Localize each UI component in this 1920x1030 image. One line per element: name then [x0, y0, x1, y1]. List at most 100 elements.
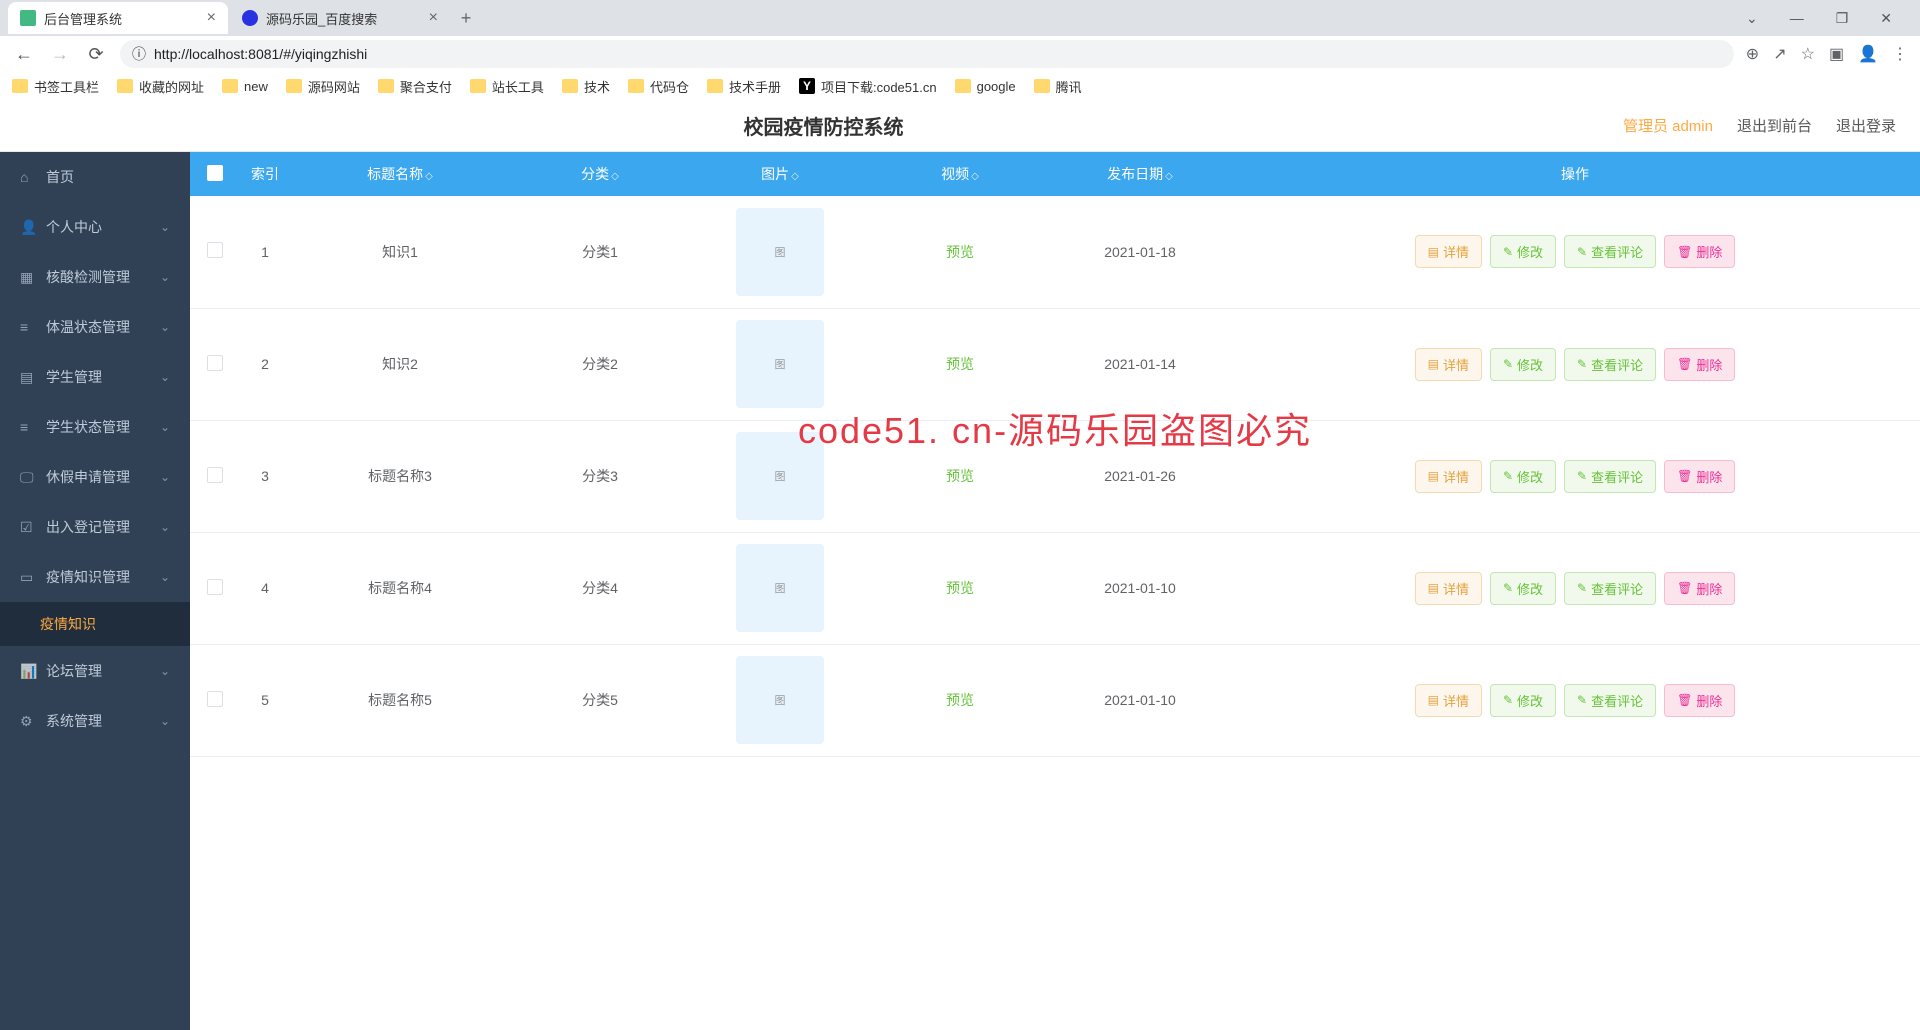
comment-button[interactable]: ✎查看评论	[1564, 235, 1656, 268]
delete-button[interactable]: 🗑删除	[1664, 684, 1735, 717]
bookmark-item[interactable]: 技术	[562, 77, 610, 96]
video-preview-link[interactable]: 预览	[946, 356, 974, 372]
edit-button[interactable]: ✎修改	[1490, 684, 1556, 717]
sidebar-subitem[interactable]: 疫情知识	[0, 602, 190, 646]
bookmark-item[interactable]: 站长工具	[470, 77, 544, 96]
folder-icon	[707, 79, 723, 93]
row-checkbox[interactable]	[207, 467, 223, 483]
bookmark-item[interactable]: 腾讯	[1034, 77, 1082, 96]
comment-button[interactable]: ✎查看评论	[1564, 460, 1656, 493]
sidebar-item[interactable]: 📊论坛管理⌄	[0, 646, 190, 696]
bookmark-item[interactable]: 书签工具栏	[12, 77, 99, 96]
bookmark-item[interactable]: new	[222, 79, 268, 94]
bookmark-item[interactable]: Y项目下载:code51.cn	[799, 77, 937, 96]
logout-link[interactable]: 退出登录	[1836, 115, 1896, 136]
action-buttons: ▤详情 ✎修改 ✎查看评论 🗑删除	[1238, 235, 1912, 268]
sidebar-item[interactable]: ▤学生管理⌄	[0, 352, 190, 402]
back-icon[interactable]: ←	[12, 44, 36, 65]
edit-button[interactable]: ✎修改	[1490, 235, 1556, 268]
menu-icon[interactable]: ⋮	[1892, 44, 1908, 64]
th-title[interactable]: 标题名称◇	[290, 152, 510, 196]
row-checkbox[interactable]	[207, 242, 223, 258]
sidebar-item[interactable]: ☑出入登记管理⌄	[0, 502, 190, 552]
comment-button[interactable]: ✎查看评论	[1564, 348, 1656, 381]
search-icon[interactable]: ⊕	[1746, 44, 1759, 64]
minimize-icon[interactable]: —	[1782, 6, 1812, 31]
delete-button[interactable]: 🗑删除	[1664, 460, 1735, 493]
edit-button[interactable]: ✎修改	[1490, 348, 1556, 381]
th-category[interactable]: 分类◇	[510, 152, 690, 196]
edit-button[interactable]: ✎修改	[1490, 460, 1556, 493]
forward-icon[interactable]: →	[48, 44, 72, 65]
cell-category: 分类4	[510, 532, 690, 644]
row-checkbox[interactable]	[207, 691, 223, 707]
delete-button[interactable]: 🗑删除	[1664, 572, 1735, 605]
sort-icon: ◇	[971, 171, 979, 182]
browser-tab[interactable]: 源码乐园_百度搜索 ×	[230, 2, 450, 34]
delete-button[interactable]: 🗑删除	[1664, 235, 1735, 268]
th-video[interactable]: 视频◇	[870, 152, 1050, 196]
maximize-icon[interactable]: ❐	[1828, 6, 1857, 31]
list-icon: ≡	[20, 419, 36, 435]
detail-button[interactable]: ▤详情	[1415, 235, 1482, 268]
th-date[interactable]: 发布日期◇	[1050, 152, 1230, 196]
sidebar-item[interactable]: ▭疫情知识管理⌄	[0, 552, 190, 602]
sidebar-item[interactable]: ≡学生状态管理⌄	[0, 402, 190, 452]
trash-icon: 🗑	[1677, 693, 1692, 707]
cell-image: 图	[690, 196, 870, 308]
dropdown-icon[interactable]: ⌄	[1738, 6, 1766, 31]
row-checkbox[interactable]	[207, 579, 223, 595]
bookmark-item[interactable]: google	[955, 79, 1016, 94]
close-icon[interactable]: ×	[429, 9, 438, 27]
detail-button[interactable]: ▤详情	[1415, 572, 1482, 605]
sidebar-item[interactable]: 👤个人中心⌄	[0, 202, 190, 252]
th-index[interactable]: 索引	[240, 152, 290, 196]
url-bar[interactable]: ⓘ http://localhost:8081/#/yiqingzhishi	[120, 40, 1734, 68]
detail-button[interactable]: ▤详情	[1415, 348, 1482, 381]
delete-button[interactable]: 🗑删除	[1664, 348, 1735, 381]
bookmark-item[interactable]: 技术手册	[707, 77, 781, 96]
sidebar-item[interactable]: ≡体温状态管理⌄	[0, 302, 190, 352]
thumbnail[interactable]: 图	[736, 432, 824, 520]
comment-button[interactable]: ✎查看评论	[1564, 684, 1656, 717]
detail-button[interactable]: ▤详情	[1415, 460, 1482, 493]
sidebar-item[interactable]: ⚙系统管理⌄	[0, 696, 190, 746]
th-image[interactable]: 图片◇	[690, 152, 870, 196]
sidebar-item[interactable]: ⌂首页	[0, 152, 190, 202]
app-header: 校园疫情防控系统 管理员 admin 退出到前台 退出登录	[0, 100, 1920, 152]
browser-tab-active[interactable]: 后台管理系统 ×	[8, 2, 228, 34]
bookmark-item[interactable]: 代码仓	[628, 77, 689, 96]
comment-button[interactable]: ✎查看评论	[1564, 572, 1656, 605]
select-all-checkbox[interactable]	[207, 165, 223, 181]
bookmark-item[interactable]: 源码网站	[286, 77, 360, 96]
close-icon[interactable]: ×	[207, 9, 216, 27]
video-preview-link[interactable]: 预览	[946, 244, 974, 260]
video-preview-link[interactable]: 预览	[946, 692, 974, 708]
thumbnail[interactable]: 图	[736, 320, 824, 408]
extension-icon[interactable]: ▣	[1829, 44, 1844, 64]
thumbnail[interactable]: 图	[736, 544, 824, 632]
thumbnail[interactable]: 图	[736, 208, 824, 296]
sidebar-item[interactable]: 🖵休假申请管理⌄	[0, 452, 190, 502]
bookmark-item[interactable]: 聚合支付	[378, 77, 452, 96]
info-icon[interactable]: ⓘ	[132, 44, 146, 64]
reload-icon[interactable]: ⟳	[84, 44, 108, 65]
user-link[interactable]: 管理员 admin	[1623, 115, 1713, 136]
edit-button[interactable]: ✎修改	[1490, 572, 1556, 605]
folder-icon	[12, 79, 28, 93]
video-preview-link[interactable]: 预览	[946, 468, 974, 484]
star-icon[interactable]: ☆	[1801, 44, 1815, 64]
row-checkbox[interactable]	[207, 355, 223, 371]
video-preview-link[interactable]: 预览	[946, 580, 974, 596]
close-window-icon[interactable]: ✕	[1872, 6, 1900, 31]
exit-front-link[interactable]: 退出到前台	[1737, 115, 1812, 136]
thumbnail[interactable]: 图	[736, 656, 824, 744]
profile-icon[interactable]: 👤	[1858, 44, 1878, 64]
y-icon: Y	[799, 78, 815, 94]
bookmark-item[interactable]: 收藏的网址	[117, 77, 204, 96]
sidebar-item-label: 体温状态管理	[46, 317, 130, 337]
sidebar-item[interactable]: ▦核酸检测管理⌄	[0, 252, 190, 302]
new-tab-button[interactable]: +	[452, 4, 480, 32]
detail-button[interactable]: ▤详情	[1415, 684, 1482, 717]
share-icon[interactable]: ↗	[1773, 44, 1786, 64]
